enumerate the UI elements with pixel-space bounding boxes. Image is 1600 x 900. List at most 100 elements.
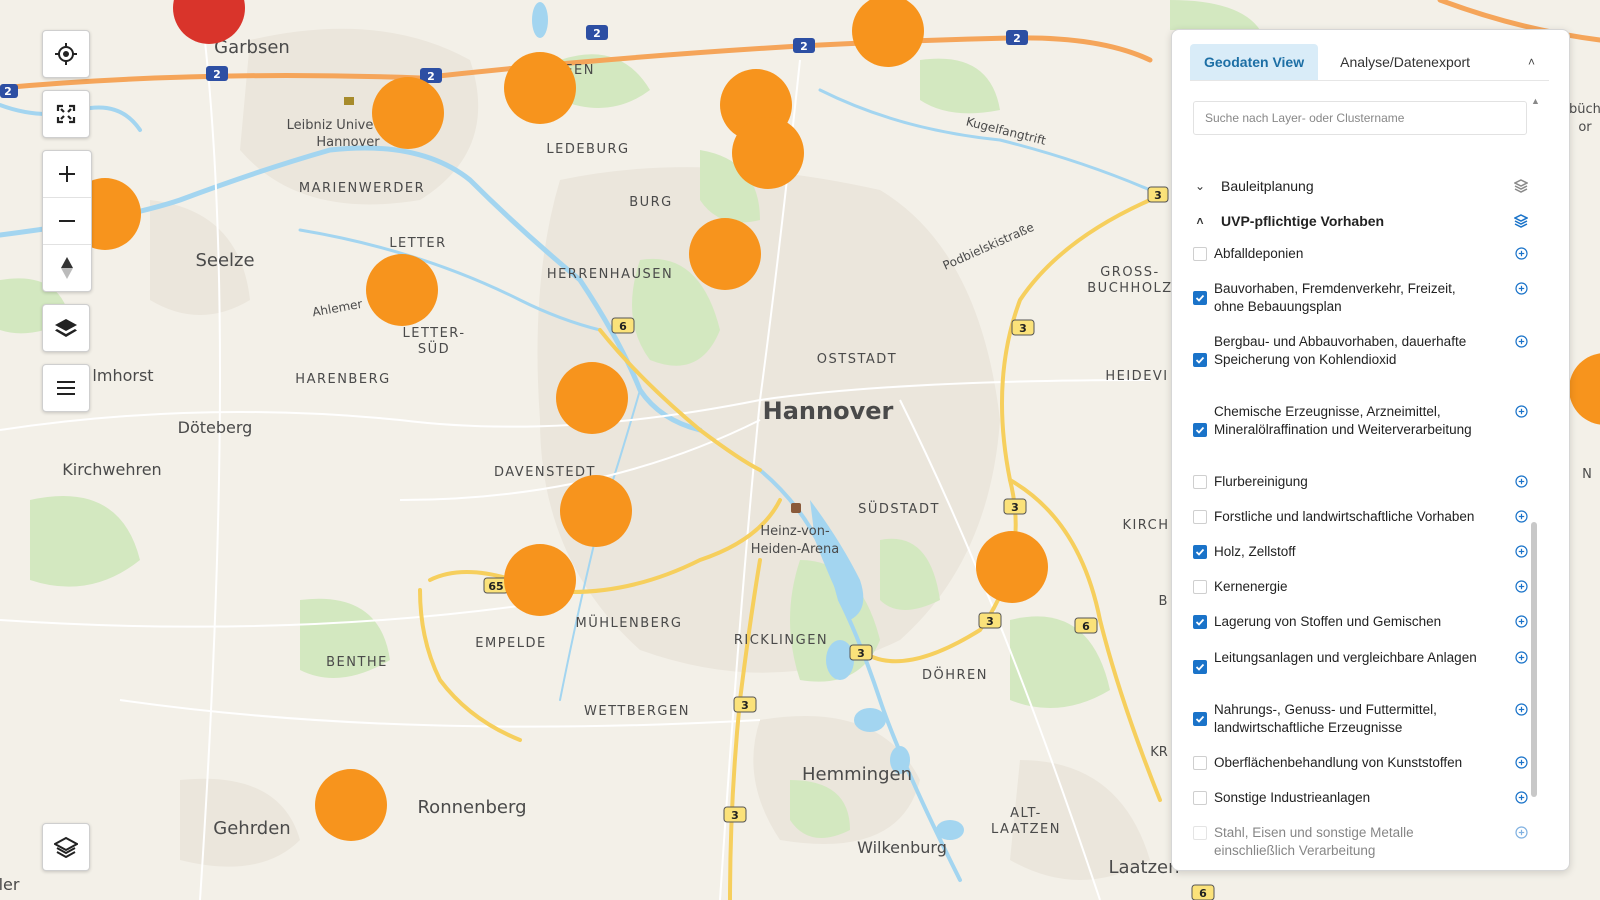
tab-analyse-datenexport[interactable]: Analyse/Datenexport	[1326, 44, 1484, 80]
layer-item[interactable]: Bergbau- und Abbauvorhaben, dauerhafte S…	[1193, 333, 1528, 369]
layer-item[interactable]: Sonstige Industrieanlagen	[1193, 789, 1528, 807]
shield-b3-5: 3	[849, 644, 873, 661]
shield-b6-3: 6	[1191, 884, 1215, 900]
checkbox-checked[interactable]	[1193, 615, 1207, 629]
zoom-in-button[interactable]	[43, 151, 91, 198]
zoom-out-button[interactable]	[43, 198, 91, 245]
scrollbar-thumb[interactable]	[1531, 522, 1537, 797]
group-label: Bauleitplanung	[1221, 178, 1314, 194]
layer-item[interactable]: Bauvorhaben, Fremdenverkehr, Freizeit, o…	[1193, 280, 1528, 316]
cluster-marker[interactable]	[366, 254, 438, 326]
add-circle-icon[interactable]	[1515, 651, 1528, 664]
svg-text:2: 2	[1013, 32, 1021, 45]
checkbox-unchecked[interactable]	[1193, 826, 1207, 840]
add-circle-icon[interactable]	[1515, 703, 1528, 716]
layers-button[interactable]	[42, 304, 90, 352]
cluster-marker[interactable]	[560, 475, 632, 547]
add-circle-icon[interactable]	[1515, 615, 1528, 628]
layer-item[interactable]: Leitungsanlagen und vergleichbare Anlage…	[1193, 649, 1528, 674]
cluster-marker[interactable]	[504, 52, 576, 124]
cluster-marker[interactable]	[372, 77, 444, 149]
layer-item[interactable]: Oberflächenbehandlung von Kunststoffen	[1193, 754, 1528, 772]
checkbox-checked[interactable]	[1193, 291, 1207, 305]
collapse-panel-icon[interactable]: ˄	[1528, 55, 1535, 69]
cluster-marker[interactable]	[732, 117, 804, 189]
check-icon	[1195, 426, 1205, 434]
cluster-marker[interactable]	[976, 531, 1048, 603]
layers-stack-icon[interactable]	[1514, 179, 1528, 193]
svg-text:2: 2	[427, 70, 435, 83]
shield-b3-4: 3	[978, 612, 1002, 629]
fullscreen-button[interactable]	[42, 90, 90, 138]
layer-item[interactable]: Forstliche und landwirtschaftliche Vorha…	[1193, 508, 1528, 526]
add-circle-icon[interactable]	[1515, 335, 1528, 348]
compass-icon	[61, 257, 73, 279]
checkbox-checked[interactable]	[1193, 545, 1207, 559]
checkbox-unchecked[interactable]	[1193, 247, 1207, 261]
add-circle-icon[interactable]	[1515, 282, 1528, 295]
menu-button[interactable]	[42, 364, 90, 412]
checkbox-unchecked[interactable]	[1193, 756, 1207, 770]
checkbox-checked[interactable]	[1193, 660, 1207, 674]
cluster-marker[interactable]	[556, 362, 628, 434]
add-circle-icon[interactable]	[1515, 510, 1528, 523]
layer-item[interactable]: Stahl, Eisen und sonstige Metalle einsch…	[1193, 824, 1528, 860]
zoom-controls	[42, 150, 92, 292]
layer-item[interactable]: Lagerung von Stoffen und Gemischen	[1193, 613, 1528, 631]
reset-north-button[interactable]	[43, 245, 91, 291]
poi-stadium-icon	[791, 503, 801, 513]
layer-item-label: Lagerung von Stoffen und Gemischen	[1214, 614, 1442, 629]
shield-b3-7: 3	[723, 806, 747, 823]
checkbox-unchecked[interactable]	[1193, 580, 1207, 594]
layers-icon	[54, 836, 78, 858]
label-gehrden: Gehrden	[213, 818, 290, 839]
layer-search-input[interactable]	[1193, 101, 1527, 135]
add-circle-icon[interactable]	[1515, 756, 1528, 769]
layer-item[interactable]: Flurbereinigung	[1193, 473, 1528, 491]
layer-item-label: Stahl, Eisen und sonstige Metalle einsch…	[1214, 825, 1414, 858]
layer-item[interactable]: Chemische Erzeugnisse, Arzneimittel, Min…	[1193, 403, 1528, 439]
add-circle-icon[interactable]	[1515, 405, 1528, 418]
scroll-up-icon[interactable]: ▲	[1531, 96, 1540, 106]
tab-geodaten-view[interactable]: Geodaten View	[1190, 44, 1319, 80]
checkbox-checked[interactable]	[1193, 423, 1207, 437]
add-circle-icon[interactable]	[1515, 791, 1528, 804]
layer-item[interactable]: Kernenergie	[1193, 578, 1528, 596]
add-circle-icon[interactable]	[1515, 247, 1528, 260]
layers-stack-icon[interactable]	[1514, 214, 1528, 228]
group-bauleitplanung[interactable]: ⌄ Bauleitplanung	[1193, 175, 1528, 197]
label-edge-buech-2: or	[1578, 120, 1592, 135]
label-hannover: Hannover	[763, 397, 894, 425]
add-circle-icon[interactable]	[1515, 826, 1528, 839]
svg-text:3: 3	[1019, 322, 1027, 335]
label-davenstedt: DAVENSTEDT	[494, 465, 596, 480]
label-letter-sued-2: SÜD	[418, 340, 450, 357]
layer-item[interactable]: Holz, Zellstoff	[1193, 543, 1528, 561]
label-hannover-uni: Hannover	[316, 135, 380, 150]
layer-item[interactable]: Nahrungs-, Genuss- und Futtermittel, lan…	[1193, 701, 1528, 737]
layer-item[interactable]: Abfalldeponien	[1193, 245, 1528, 263]
cluster-marker[interactable]	[315, 769, 387, 841]
minus-icon	[59, 220, 75, 222]
checkbox-checked[interactable]	[1193, 712, 1207, 726]
layer-item-label: Kernenergie	[1214, 579, 1288, 594]
cluster-marker[interactable]	[504, 544, 576, 616]
locate-button[interactable]	[42, 30, 90, 78]
svg-text:2: 2	[593, 27, 601, 40]
checkbox-unchecked[interactable]	[1193, 791, 1207, 805]
add-circle-icon[interactable]	[1515, 545, 1528, 558]
add-circle-icon[interactable]	[1515, 475, 1528, 488]
label-suedstadt: SÜDSTADT	[858, 500, 940, 517]
plus-icon	[59, 166, 75, 182]
label-kirchrode: KIRCH	[1122, 518, 1169, 533]
layer-item-label: Bergbau- und Abbauvorhaben, dauerhafte S…	[1214, 334, 1467, 367]
group-uvp-vorhaben[interactable]: ˄ UVP-pflichtige Vorhaben	[1193, 210, 1528, 232]
add-circle-icon[interactable]	[1515, 580, 1528, 593]
basemap-button[interactable]	[42, 823, 90, 871]
checkbox-checked[interactable]	[1193, 353, 1207, 367]
label-doeteberg: Döteberg	[178, 418, 253, 437]
cluster-marker[interactable]	[689, 218, 761, 290]
checkbox-unchecked[interactable]	[1193, 475, 1207, 489]
checkbox-unchecked[interactable]	[1193, 510, 1207, 524]
shield-b6: 6	[611, 317, 635, 334]
